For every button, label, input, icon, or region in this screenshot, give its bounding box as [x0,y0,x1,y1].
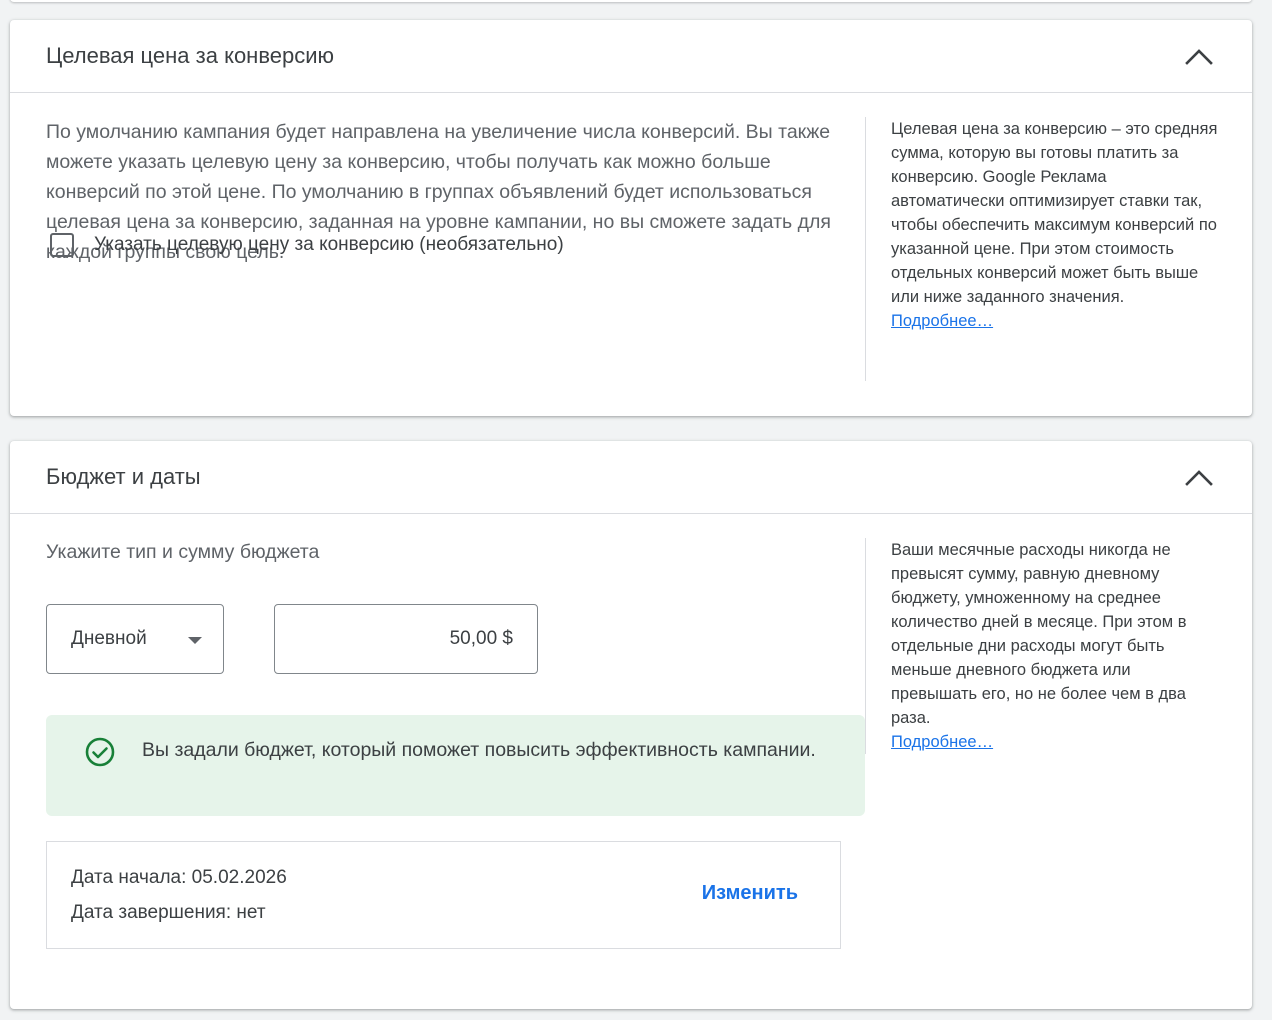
chevron-up-icon [1185,49,1213,65]
start-date: Дата начала: 05.02.2026 [71,867,287,888]
budget-dates-card: Бюджет и даты Укажите тип и сумму бюджет… [10,441,1252,1009]
chevron-up-icon [1185,470,1213,486]
budget-success-notice: Вы задали бюджет, который поможет повыси… [46,715,865,816]
help-panel: Ваши месячные расходы никогда не превыся… [865,538,1221,754]
card-header[interactable]: Бюджет и даты [10,441,1252,514]
budget-subtitle-wrap: Укажите тип и сумму бюджета [46,541,319,564]
learn-more-link[interactable]: Подробнее… [891,730,1221,754]
target-cpa-checkbox[interactable] [50,233,74,257]
help-text: Ваши месячные расходы никогда не превыся… [891,541,1187,727]
target-cpa-card: Целевая цена за конверсию По умолчанию к… [10,20,1252,416]
collapse-button[interactable] [1184,41,1214,71]
learn-more-link[interactable]: Подробнее… [891,309,1221,333]
help-text: Целевая цена за конверсию – это средняя … [891,120,1218,306]
budget-type-value: Дневной [71,628,147,649]
success-message: Вы задали бюджет, который поможет повыси… [142,739,816,761]
dates-summary: Дата начала: 05.02.2026 Дата завершения:… [46,841,841,949]
budget-amount-input[interactable]: 50,00 $ [274,604,538,674]
check-circle-icon [85,737,115,767]
checkbox-label[interactable]: Указать целевую цену за конверсию (необя… [94,234,564,256]
collapse-button[interactable] [1184,462,1214,492]
card-header[interactable]: Целевая цена за конверсию [10,20,1252,93]
end-date: Дата завершения: нет [71,902,266,923]
help-panel: Целевая цена за конверсию – это средняя … [865,117,1221,381]
budget-subtitle: Укажите тип и сумму бюджета [46,541,320,563]
change-dates-link[interactable]: Изменить [702,882,798,905]
card-title: Бюджет и даты [46,464,201,489]
budget-type-select[interactable]: Дневной [46,604,224,674]
caret-down-icon [188,637,202,644]
target-cpa-checkbox-row[interactable]: Указать целевую цену за конверсию (необя… [46,233,564,257]
previous-card-edge [10,0,1252,2]
card-title: Целевая цена за конверсию [46,43,335,68]
budget-amount-value: 50,00 $ [449,628,513,649]
